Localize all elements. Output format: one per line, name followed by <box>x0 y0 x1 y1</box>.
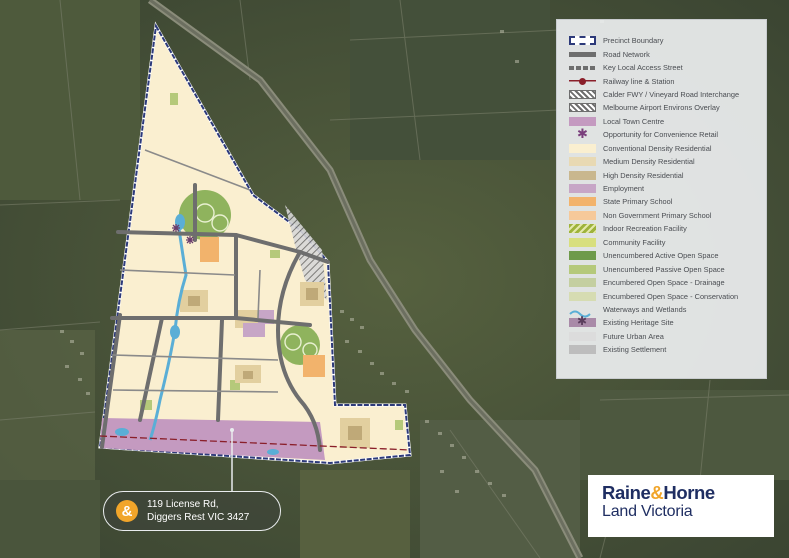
swatch-icon <box>569 264 596 274</box>
legend-label: Encumbered Open Space - Drainage <box>603 278 725 288</box>
hatched-interchange-icon <box>569 89 596 99</box>
legend-item: Unencumbered Passive Open Space <box>569 262 766 275</box>
legend-label: Existing Settlement <box>603 345 667 355</box>
legend-label: Future Urban Area <box>603 331 664 341</box>
legend-label: High Density Residential <box>603 170 684 180</box>
address-text: 119 License Rd, Diggers Rest VIC 3427 <box>147 498 249 524</box>
legend-item: Calder FWY / Vineyard Road Interchange <box>569 88 766 101</box>
legend-item: Waterways and Wetlands <box>569 303 766 318</box>
legend-item: Key Local Access Street <box>569 61 766 74</box>
swatch-icon <box>569 251 596 261</box>
brand-name: Raine&Horne <box>602 483 774 503</box>
legend-item: Indoor Recreation Facility <box>569 222 766 235</box>
swatch-icon <box>569 157 596 167</box>
striped-icon <box>569 224 596 234</box>
ampersand-icon: & <box>116 500 138 522</box>
asterisk-icon: ✱ <box>577 126 588 142</box>
heritage-icon: ✱ <box>569 315 596 328</box>
swatch-icon <box>569 197 596 207</box>
legend-label: Employment <box>603 184 645 194</box>
swatch-icon <box>569 345 596 355</box>
legend-label: State Primary School <box>603 197 673 207</box>
swatch-icon <box>569 116 596 126</box>
map-legend: Precinct Boundary Road Network Key Local A… <box>556 19 767 379</box>
waterway-icon <box>569 305 596 318</box>
legend-label: Local Town Centre <box>603 116 665 126</box>
brand-name-part2: Horne <box>663 482 715 503</box>
legend-item: Existing Settlement <box>569 343 766 356</box>
legend-label: Road Network <box>603 49 650 59</box>
brand-subtitle: Land Victoria <box>602 503 693 520</box>
address-line-2: Diggers Rest VIC 3427 <box>147 512 250 523</box>
swatch-icon <box>569 184 596 194</box>
legend-item: Conventional Density Residential <box>569 142 766 155</box>
swatch-icon <box>569 170 596 180</box>
legend-item: High Density Residential <box>569 168 766 181</box>
legend-item: Encumbered Open Space - Drainage <box>569 276 766 289</box>
map-page: Precinct Boundary Road Network Key Local A… <box>0 0 789 558</box>
brand-ampersand: & <box>650 482 664 503</box>
legend-label: Precinct Boundary <box>603 36 664 46</box>
legend-item: State Primary School <box>569 195 766 208</box>
road-network-icon <box>569 51 596 57</box>
legend-label: Melbourne Airport Environs Overlay <box>603 103 720 113</box>
legend-label: Waterways and Wetlands <box>603 304 687 314</box>
legend-item: Melbourne Airport Environs Overlay <box>569 101 766 114</box>
railway-line-station-icon <box>569 76 596 86</box>
legend-item: Future Urban Area <box>569 330 766 343</box>
legend-label: Key Local Access Street <box>603 63 683 73</box>
legend-label: Conventional Density Residential <box>603 143 712 153</box>
swatch-icon <box>569 291 596 301</box>
legend-label: Unencumbered Passive Open Space <box>603 264 725 274</box>
legend-label: Encumbered Open Space - Conservation <box>603 291 739 301</box>
legend-item: Railway line & Station <box>569 74 766 87</box>
address-callout[interactable]: & 119 License Rd, Diggers Rest VIC 3427 <box>103 491 281 531</box>
legend-item: Precinct Boundary <box>569 34 766 47</box>
legend-label: Railway line & Station <box>603 76 675 86</box>
legend-label: Medium Density Residential <box>603 157 695 167</box>
legend-label: Existing Heritage Site <box>603 318 674 328</box>
key-local-access-street-icon <box>569 65 596 70</box>
brand-logo: Raine&Horne Land Victoria <box>588 475 774 537</box>
legend-label: Calder FWY / Vineyard Road Interchange <box>603 89 740 99</box>
legend-item: Community Facility <box>569 236 766 249</box>
hatched-overlay-icon <box>569 103 596 113</box>
swatch-icon <box>569 237 596 247</box>
precinct-boundary-icon <box>569 36 596 46</box>
address-line-1: 119 License Rd, <box>147 499 219 510</box>
legend-item: Medium Density Residential <box>569 155 766 168</box>
legend-item: Employment <box>569 182 766 195</box>
swatch-icon <box>569 143 596 153</box>
swatch-icon <box>569 278 596 288</box>
legend-label: Indoor Recreation Facility <box>603 224 687 234</box>
legend-item: Encumbered Open Space - Conservation <box>569 289 766 302</box>
swatch-icon <box>569 331 596 341</box>
legend-item: Local Town Centre <box>569 115 766 128</box>
swatch-icon <box>569 210 596 220</box>
legend-item: Non Government Primary School <box>569 209 766 222</box>
legend-label: Unencumbered Active Open Space <box>603 251 719 261</box>
brand-name-part1: Raine <box>602 482 651 503</box>
legend-item: Road Network <box>569 47 766 60</box>
legend-item: ✱ Opportunity for Convenience Retail <box>569 126 766 142</box>
legend-item: Unencumbered Active Open Space <box>569 249 766 262</box>
legend-label: Community Facility <box>603 237 666 247</box>
legend-label: Opportunity for Convenience Retail <box>603 130 719 140</box>
legend-item: ✱ Existing Heritage Site <box>569 315 766 329</box>
legend-label: Non Government Primary School <box>603 210 712 220</box>
